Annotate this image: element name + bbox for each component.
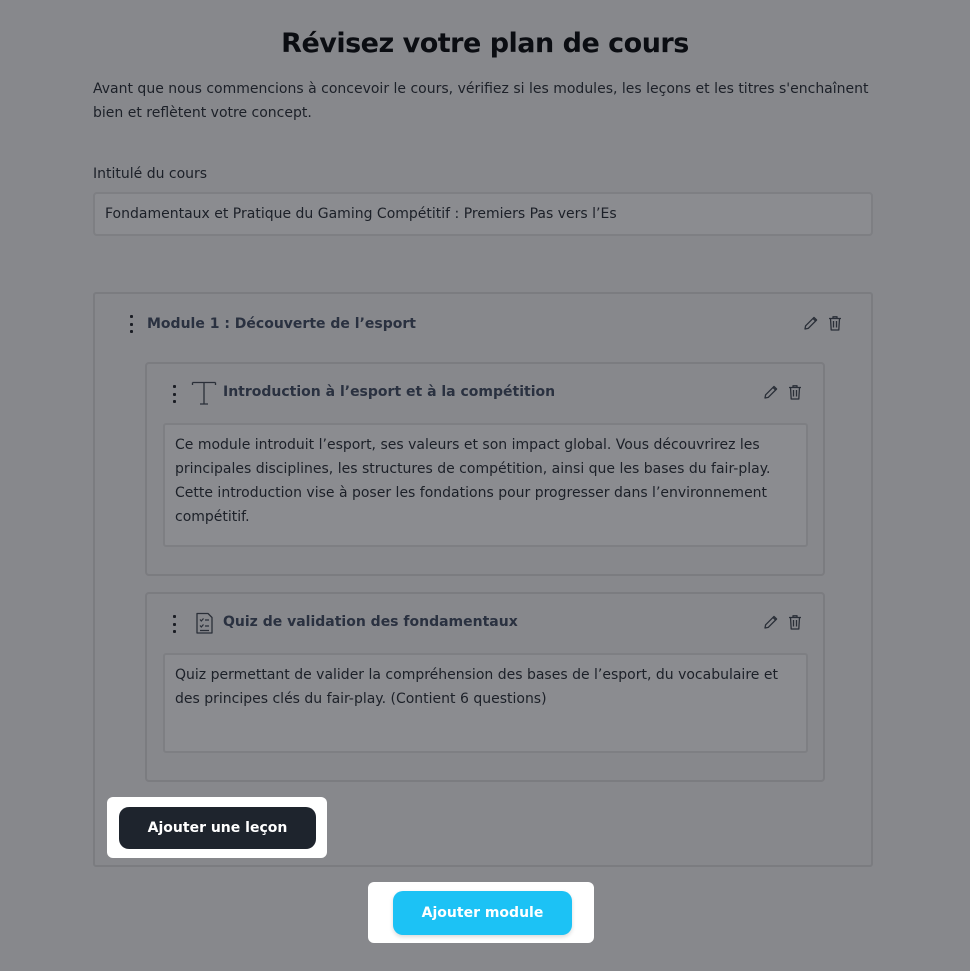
lesson-description[interactable]: Ce module introduit l’esport, ses valeur… [163,423,808,547]
lesson-drag-handle[interactable] [171,385,177,403]
add-module-highlight: Ajouter module [368,882,594,943]
lesson-description[interactable]: Quiz permettant de valider la compréhens… [163,653,808,753]
module-title: Module 1 : Découverte de l’esport [147,316,416,332]
module-edit-pencil-icon[interactable] [801,313,821,333]
lesson-title: Quiz de validation des fondamentaux [223,614,518,630]
lesson-edit-pencil-icon[interactable] [761,612,781,632]
quiz-icon [191,610,217,636]
add-module-button[interactable]: Ajouter module [393,891,572,935]
lesson-delete-trash-icon[interactable] [785,612,805,632]
lesson-delete-trash-icon[interactable] [785,382,805,402]
text-icon [191,380,217,406]
course-title-label: Intitulé du cours [93,166,208,182]
page-subtitle: Avant que nous commencions à concevoir l… [93,81,869,121]
lesson-drag-handle[interactable] [171,615,177,633]
module-delete-trash-icon[interactable] [825,313,845,333]
module-drag-handle[interactable] [128,315,134,333]
lesson-card: Quiz de validation des fondamentaux Quiz… [145,592,825,782]
lesson-card: Introduction à l’esport et à la compétit… [145,362,825,576]
page-title: Révisez votre plan de cours [281,28,689,59]
add-lesson-highlight: Ajouter une leçon [107,797,327,858]
module-card: Module 1 : Découverte de l’esport Introd… [93,292,873,867]
course-title-input[interactable] [93,192,873,236]
lesson-title: Introduction à l’esport et à la compétit… [223,384,556,400]
lesson-edit-pencil-icon[interactable] [761,382,781,402]
add-lesson-button[interactable]: Ajouter une leçon [119,807,316,849]
